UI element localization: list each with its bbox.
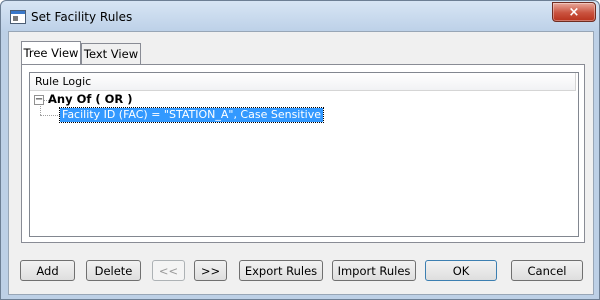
dialog-window: Set Facility Rules × Tree View Text View… <box>0 0 600 300</box>
import-rules-button[interactable]: Import Rules <box>332 260 416 281</box>
tree-node-any-of[interactable]: Any Of ( OR ) <box>48 92 133 106</box>
close-button[interactable]: × <box>552 2 596 22</box>
tab-text-view[interactable]: Text View <box>81 43 141 64</box>
tree-connector-line <box>40 115 60 116</box>
move-next-button[interactable]: >> <box>194 260 227 281</box>
move-prev-button[interactable]: << <box>152 260 185 281</box>
title-bar[interactable]: Set Facility Rules × <box>1 1 599 31</box>
export-rules-button[interactable]: Export Rules <box>239 260 323 281</box>
tree-connector-line <box>40 106 41 115</box>
tree-node-facility-rule[interactable]: Facility ID (FAC) = "STATION_A", Case Se… <box>58 107 325 123</box>
cancel-button[interactable]: Cancel <box>511 260 583 281</box>
dialog-body: Tree View Text View Rule Logic − Any Of … <box>8 31 594 295</box>
delete-button[interactable]: Delete <box>86 260 141 281</box>
ok-button[interactable]: OK <box>425 260 497 281</box>
tree-view-panel: Rule Logic − Any Of ( OR ) Facility ID (… <box>21 64 585 243</box>
collapse-icon[interactable]: − <box>34 95 44 105</box>
tab-tree-view[interactable]: Tree View <box>21 41 81 64</box>
rule-tree[interactable]: Rule Logic − Any Of ( OR ) Facility ID (… <box>29 72 579 237</box>
add-button[interactable]: Add <box>20 260 75 281</box>
window-title: Set Facility Rules <box>31 10 133 24</box>
app-window-icon <box>10 10 26 24</box>
column-header-rule-logic[interactable]: Rule Logic <box>30 73 576 91</box>
